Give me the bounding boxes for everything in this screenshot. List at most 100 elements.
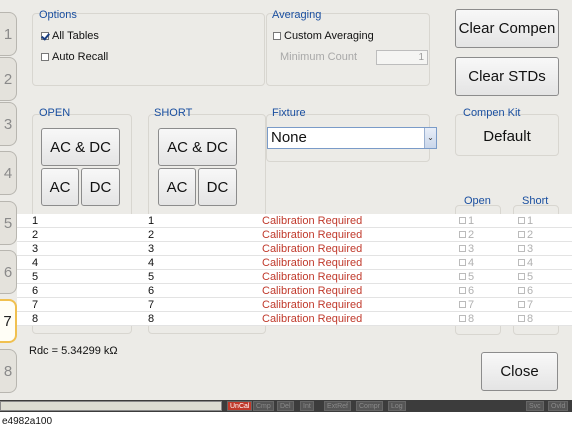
open-ac-button[interactable]: AC <box>41 168 79 206</box>
status-cmp: Cmp <box>253 401 274 411</box>
status-cell: Calibration Required <box>262 313 363 325</box>
open-dc-button[interactable]: DC <box>81 168 120 206</box>
open-checkbox[interactable]: 6 <box>459 285 474 297</box>
compen-kit-value: Default <box>483 128 531 145</box>
options-title: Options <box>39 9 77 21</box>
close-button[interactable]: Close <box>481 352 558 391</box>
short-dc-button[interactable]: DC <box>198 168 237 206</box>
open-ac-dc-button[interactable]: AC & DC <box>41 128 120 166</box>
tab-1[interactable]: 1 <box>0 12 17 56</box>
open-cell: 8 <box>32 313 39 325</box>
status-cell: Calibration Required <box>262 229 363 241</box>
table-row: 8 8 Calibration Required 8 8 <box>17 312 572 326</box>
fixture-selected-value: None <box>271 129 307 146</box>
rdc-readout: Rdc = 5.34299 kΩ <box>29 345 118 357</box>
open-cell: 6 <box>32 285 39 297</box>
status-cell: Calibration Required <box>262 243 363 255</box>
open-checkbox[interactable]: 5 <box>459 271 474 283</box>
open-checkbox[interactable]: 3 <box>459 243 474 255</box>
minimum-count-input[interactable]: 1 <box>376 50 428 65</box>
fixture-title: Fixture <box>272 107 306 119</box>
averaging-title: Averaging <box>272 9 322 21</box>
status-uncal: UnCal <box>227 401 253 411</box>
short-cell: 6 <box>148 285 155 297</box>
open-cell: 3 <box>32 243 39 255</box>
short-checkbox[interactable]: 6 <box>518 285 533 297</box>
open-checkbox[interactable]: 4 <box>459 257 474 269</box>
short-cell: 1 <box>148 215 155 227</box>
checkbox-icon <box>273 32 281 40</box>
short-ac-button[interactable]: AC <box>158 168 196 206</box>
tab-strip: 1 2 3 4 5 6 7 8 <box>0 0 17 400</box>
clear-compen-button[interactable]: Clear Compen <box>455 9 559 48</box>
status-cell: Calibration Required <box>262 271 363 283</box>
open-checkbox[interactable]: 1 <box>459 215 474 227</box>
app-window: 1 2 3 4 5 6 7 8 Options All Tables Auto … <box>0 0 572 412</box>
short-checkbox[interactable]: 4 <box>518 257 533 269</box>
open-checks-title: Open <box>464 195 491 207</box>
table-row: 5 5 Calibration Required 5 5 <box>17 270 572 284</box>
tab-5[interactable]: 5 <box>0 201 17 245</box>
open-title: OPEN <box>39 107 71 119</box>
status-compr: Compr <box>356 401 384 411</box>
clear-stds-button[interactable]: Clear STDs <box>455 57 559 96</box>
open-checkbox[interactable]: 2 <box>459 229 474 241</box>
short-cell: 8 <box>148 313 155 325</box>
auto-recall-checkbox[interactable]: Auto Recall <box>41 51 108 63</box>
calibration-table: 1 1 Calibration Required 1 1 2 2 Calibra… <box>17 214 572 326</box>
minimum-count-label: Minimum Count <box>280 51 358 63</box>
tab-8[interactable]: 8 <box>0 349 17 393</box>
tab-6[interactable]: 6 <box>0 250 17 294</box>
main-panel: Options All Tables Auto Recall Averaging… <box>17 0 572 400</box>
custom-averaging-label: Custom Averaging <box>284 30 374 42</box>
open-cell: 1 <box>32 215 39 227</box>
table-row: 4 4 Calibration Required 4 4 <box>17 256 572 270</box>
tab-4[interactable]: 4 <box>0 151 17 195</box>
figure-caption: e4982a100 <box>2 416 53 427</box>
table-row: 1 1 Calibration Required 1 1 <box>17 214 572 228</box>
table-row: 3 3 Calibration Required 3 3 <box>17 242 572 256</box>
status-svc: Svc <box>526 401 544 411</box>
short-checkbox[interactable]: 3 <box>518 243 533 255</box>
open-cell: 7 <box>32 299 39 311</box>
status-log: Log <box>388 401 406 411</box>
short-title: SHORT <box>154 107 193 119</box>
short-cell: 7 <box>148 299 155 311</box>
tab-3[interactable]: 3 <box>0 102 17 146</box>
table-row: 7 7 Calibration Required 7 7 <box>17 298 572 312</box>
tab-2[interactable]: 2 <box>0 57 17 101</box>
status-cell: Calibration Required <box>262 257 363 269</box>
open-cell: 4 <box>32 257 39 269</box>
status-int: Int <box>300 401 314 411</box>
status-message-area <box>0 401 222 411</box>
short-checkbox[interactable]: 2 <box>518 229 533 241</box>
chevron-down-icon[interactable]: ⌄ <box>424 128 436 148</box>
table-row: 2 2 Calibration Required 2 2 <box>17 228 572 242</box>
options-group <box>32 13 265 86</box>
short-checkbox[interactable]: 5 <box>518 271 533 283</box>
status-cell: Calibration Required <box>262 299 363 311</box>
table-row: 6 6 Calibration Required 6 6 <box>17 284 572 298</box>
open-cell: 2 <box>32 229 39 241</box>
open-cell: 5 <box>32 271 39 283</box>
status-ovld: Ovld <box>548 401 569 411</box>
all-tables-label: All Tables <box>52 30 99 42</box>
short-checkbox[interactable]: 1 <box>518 215 533 227</box>
short-cell: 3 <box>148 243 155 255</box>
auto-recall-label: Auto Recall <box>52 51 109 63</box>
short-ac-dc-button[interactable]: AC & DC <box>158 128 237 166</box>
custom-averaging-checkbox[interactable]: Custom Averaging <box>273 30 374 42</box>
all-tables-checkbox[interactable]: All Tables <box>41 30 99 42</box>
fixture-select[interactable]: None ⌄ <box>267 127 437 149</box>
short-checkbox[interactable]: 7 <box>518 299 533 311</box>
status-del: Del <box>277 401 294 411</box>
short-checkbox[interactable]: 8 <box>518 313 533 325</box>
open-checkbox[interactable]: 8 <box>459 313 474 325</box>
tab-7[interactable]: 7 <box>0 299 17 343</box>
short-cell: 4 <box>148 257 155 269</box>
checkbox-icon <box>41 32 49 40</box>
open-checkbox[interactable]: 7 <box>459 299 474 311</box>
status-extref: ExtRef <box>324 401 352 411</box>
short-cell: 2 <box>148 229 155 241</box>
status-cell: Calibration Required <box>262 285 363 297</box>
